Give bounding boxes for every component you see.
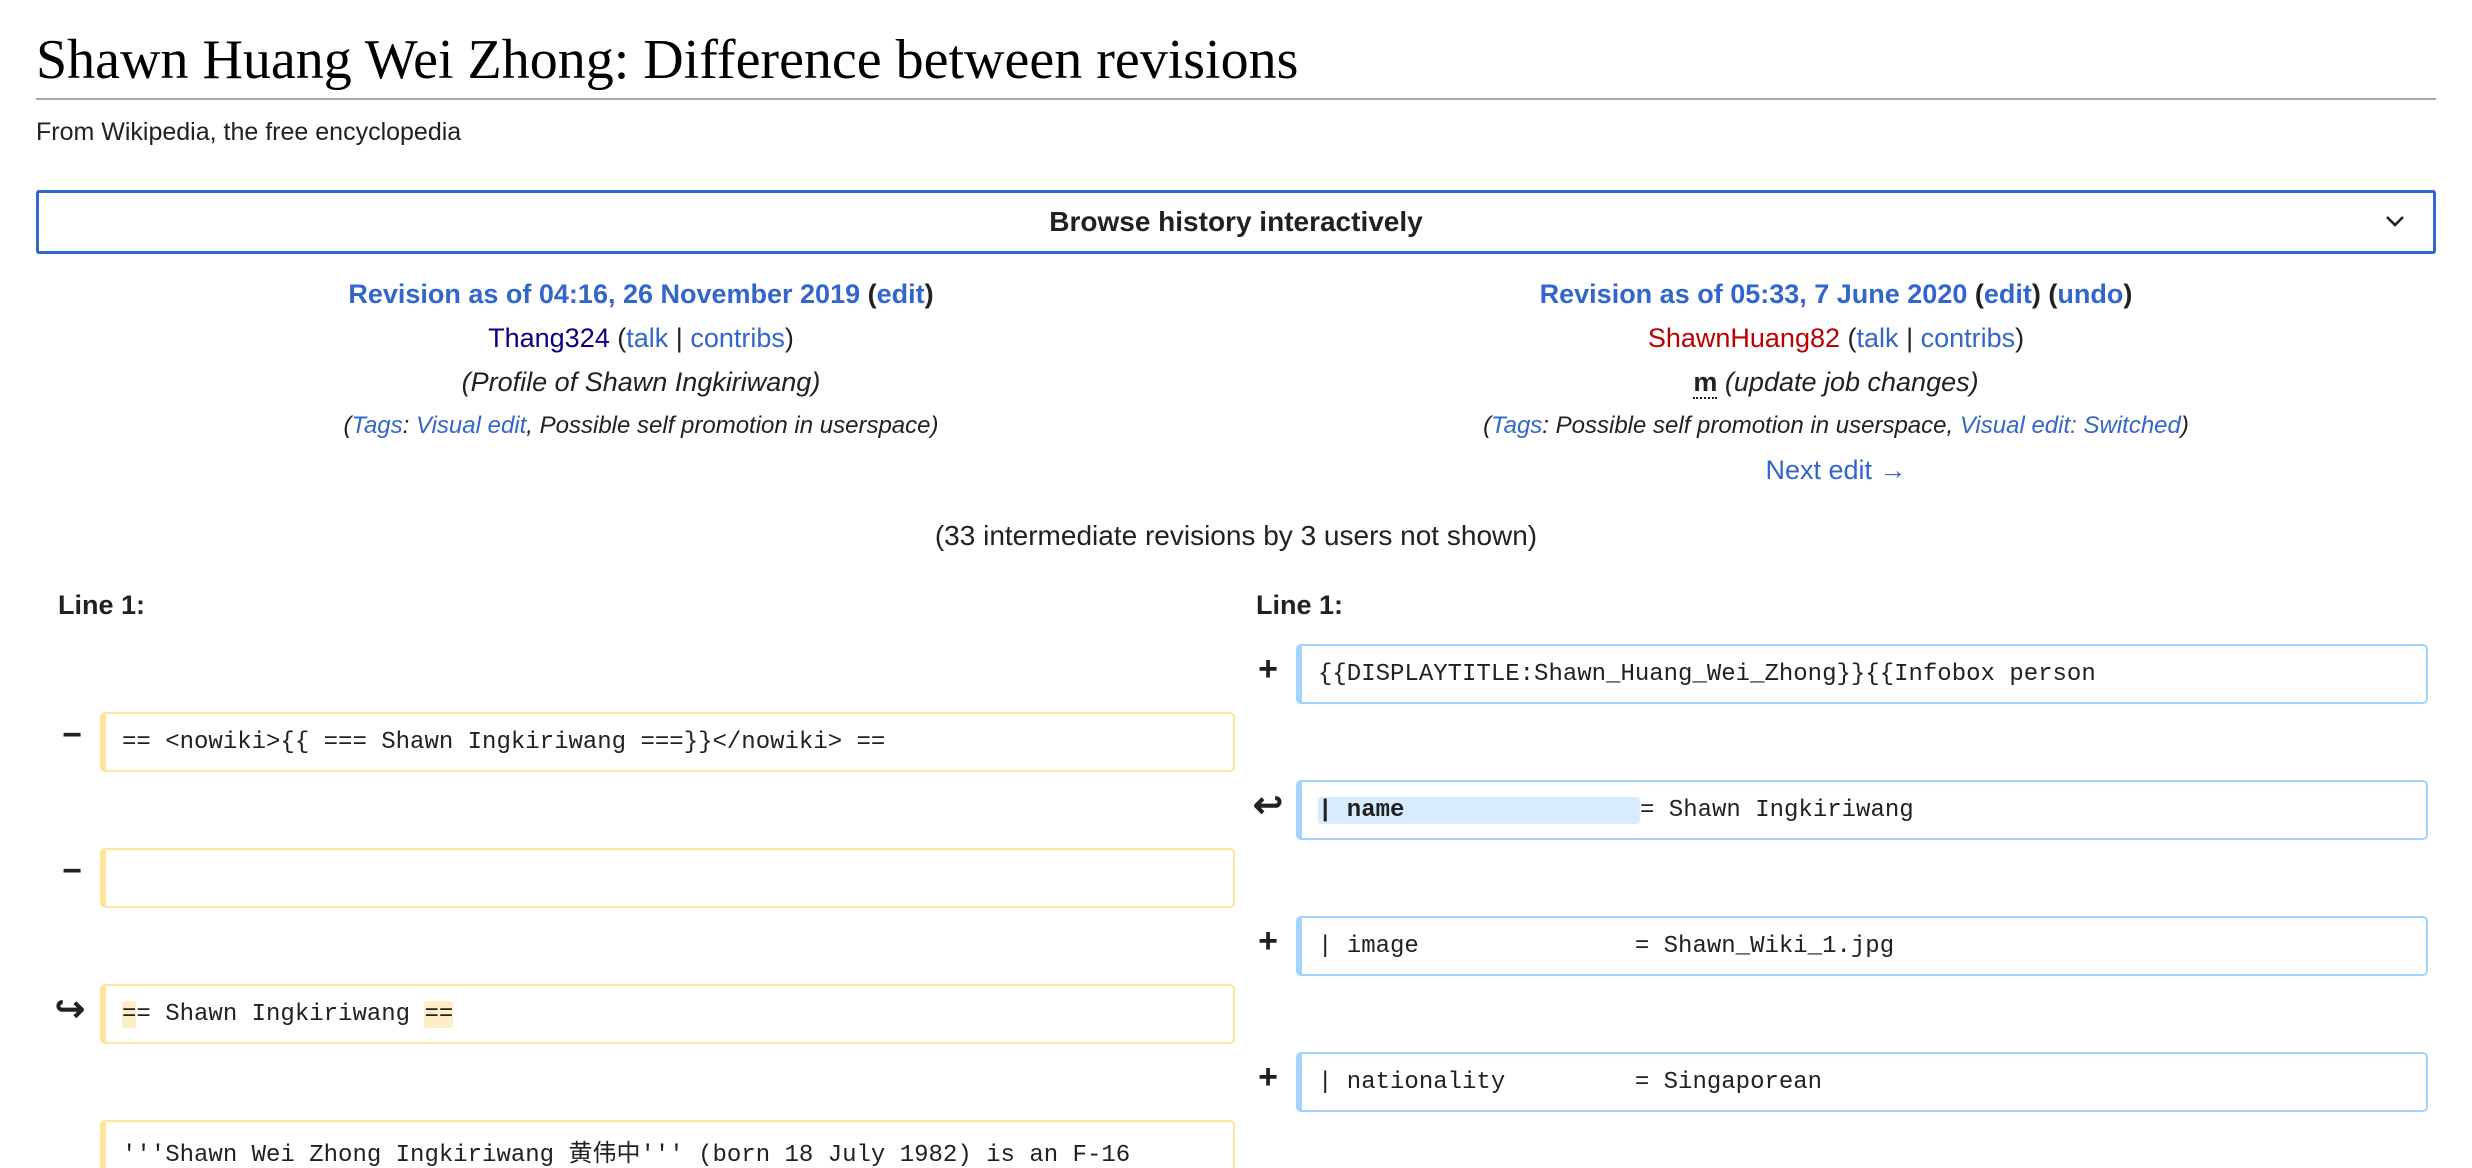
old-revision-talk-link[interactable]: talk — [626, 323, 668, 353]
old-revision-tag-visual-edit[interactable]: Visual edit — [416, 412, 526, 439]
diff-added-line: | image = Shawn_Wiki_1.jpg — [1296, 916, 2428, 976]
diff-context-line: '''Shawn Wei Zhong Ingkiriwang 黄伟中''' (b… — [100, 1120, 1235, 1168]
add-marker: + — [1258, 922, 1278, 960]
diff-inline-deleted: == — [424, 1000, 454, 1028]
diff-deleted-line: == <nowiki>{{ === Shawn Ingkiriwang ===}… — [100, 712, 1235, 772]
add-marker: + — [1258, 650, 1278, 688]
old-revision-tag-text: , Possible self promotion in userspace — [526, 412, 931, 439]
new-revision-link[interactable]: Revision as of 05:33, 7 June 2020 — [1540, 279, 1968, 309]
diff-deleted-empty-line — [100, 848, 1235, 908]
moved-paragraph-icon[interactable]: ↩ — [1248, 784, 1288, 826]
new-revision-tag-visual-edit-switched[interactable]: Visual edit: Switched — [1960, 412, 2181, 439]
diff-changed-line: | name = Shawn Ingkiriwang — [1296, 780, 2428, 840]
new-revision-undo-link[interactable]: undo — [2057, 279, 2123, 309]
browse-history-toggle[interactable]: Browse history interactively — [36, 190, 2436, 254]
next-edit-link[interactable]: Next edit → — [1765, 455, 1906, 485]
new-revision-tag-text: : Possible self promotion in userspace, — [1542, 412, 1960, 439]
diff-inline-added: | name — [1318, 796, 1640, 824]
new-revision-tags: (Tags: Possible self promotion in usersp… — [1483, 412, 2189, 439]
new-revision-summary: (update job changes) — [1724, 367, 1979, 397]
diff-moved-line: = = Shawn Ingkiriwang == — [100, 984, 1235, 1044]
new-revision-summary-line: m (update job changes) — [1236, 360, 2436, 404]
new-revision-talk-link[interactable]: talk — [1857, 323, 1899, 353]
diff-added-line: | nationality = Singaporean — [1296, 1052, 2428, 1112]
delete-marker: − — [62, 716, 82, 754]
separator: | — [675, 323, 683, 353]
old-revision-contribs-link[interactable]: contribs — [690, 323, 785, 353]
new-revision-user-line: ShawnHuang82 (talk | contribs) — [1647, 323, 2025, 353]
old-revision-summary: (Profile of Shawn Ingkiriwang) — [461, 367, 821, 397]
add-marker: + — [1258, 1058, 1278, 1096]
new-revision-edit-link[interactable]: edit — [1984, 279, 2032, 309]
chevron-down-icon — [2386, 216, 2404, 227]
new-revision-contribs-link[interactable]: contribs — [1921, 323, 2016, 353]
diff-line-text: = Shawn Ingkiriwang — [136, 1000, 425, 1028]
right-line-number: Line 1: — [1256, 590, 1344, 620]
old-revision-user-link[interactable]: Thang324 — [488, 323, 610, 353]
new-revision-tags-link[interactable]: Tags — [1491, 412, 1542, 439]
diff-added-line: {{DISPLAYTITLE:Shawn_Huang_Wei_Zhong}}{{… — [1296, 644, 2428, 704]
old-revision-edit-link[interactable]: edit — [877, 279, 925, 309]
separator: | — [1906, 323, 1914, 353]
new-revision-user-link[interactable]: ShawnHuang82 — [1648, 323, 1840, 353]
old-revision-title-line: Revision as of 04:16, 26 November 2019 (… — [348, 279, 934, 309]
new-revision-header: Revision as of 05:33, 7 June 2020 (edit)… — [1236, 272, 2436, 492]
intermediate-revisions-note: (33 intermediate revisions by 3 users no… — [934, 520, 1538, 551]
old-revision-link[interactable]: Revision as of 04:16, 26 November 2019 — [348, 279, 860, 309]
delete-marker: − — [62, 852, 82, 890]
browse-history-label: Browse history interactively — [1049, 206, 1423, 237]
moved-paragraph-icon[interactable]: ↪ — [50, 988, 90, 1030]
diff-inline-deleted: = — [122, 1000, 137, 1028]
diff-line-text: = Shawn Ingkiriwang — [1640, 796, 1914, 824]
old-revision-tags-link[interactable]: Tags — [352, 412, 403, 439]
old-revision-header: Revision as of 04:16, 26 November 2019 (… — [36, 272, 1246, 448]
old-revision-tags: (Tags: Visual edit, Possible self promot… — [343, 412, 939, 439]
new-revision-title-line: Revision as of 05:33, 7 June 2020 (edit)… — [1539, 279, 2133, 309]
minor-edit-badge: m — [1693, 367, 1718, 399]
left-line-number: Line 1: — [58, 590, 146, 620]
tagline: From Wikipedia, the free encyclopedia — [36, 118, 462, 146]
old-revision-user-line: Thang324 (talk | contribs) — [488, 323, 794, 353]
page-title: Shawn Huang Wei Zhong: Difference betwee… — [36, 24, 2436, 100]
